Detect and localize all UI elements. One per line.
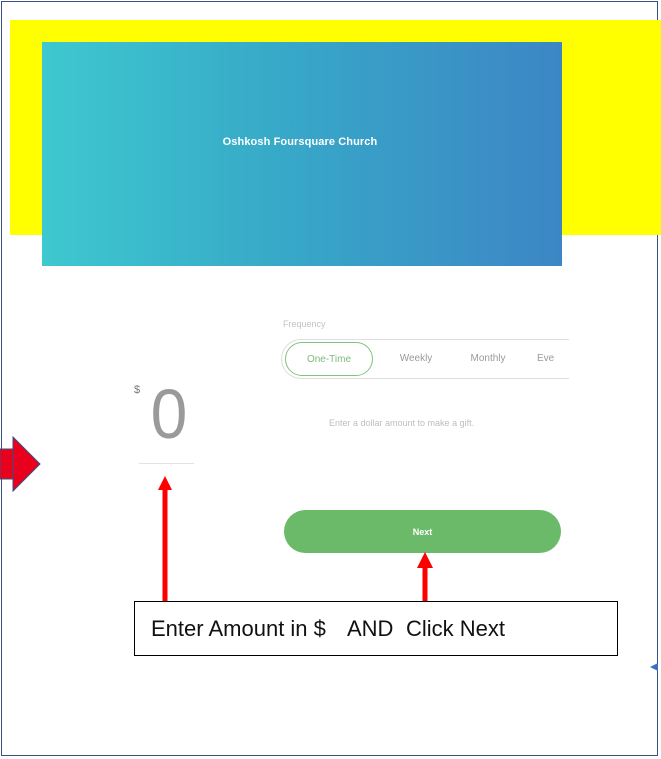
frequency-label: Frequency — [283, 319, 326, 329]
callout-and: AND — [347, 616, 394, 641]
tab-one-time[interactable]: One-Time — [285, 342, 373, 376]
next-button[interactable]: Next — [284, 510, 561, 553]
tab-every[interactable]: Eve — [537, 340, 569, 378]
tab-weekly[interactable]: Weekly — [388, 340, 444, 378]
frequency-selector: One-Time Weekly Monthly Eve — [281, 339, 569, 379]
amount-underline — [139, 463, 194, 464]
callout-enter-amount: Enter Amount in $ — [151, 616, 326, 641]
tab-monthly[interactable]: Monthly — [454, 340, 522, 378]
callout-click-next: Click Next — [406, 616, 506, 641]
instruction-callout: Enter Amount in $ AND Click Next — [134, 601, 618, 656]
amount-input[interactable]: 0 — [144, 372, 194, 456]
church-name: Oshkosh Foursquare Church — [222, 136, 378, 148]
currency-symbol: $ — [134, 384, 141, 396]
amount-hint: Enter a dollar amount to make a gift. — [329, 418, 475, 428]
church-banner: Oshkosh Foursquare Church — [42, 42, 562, 266]
